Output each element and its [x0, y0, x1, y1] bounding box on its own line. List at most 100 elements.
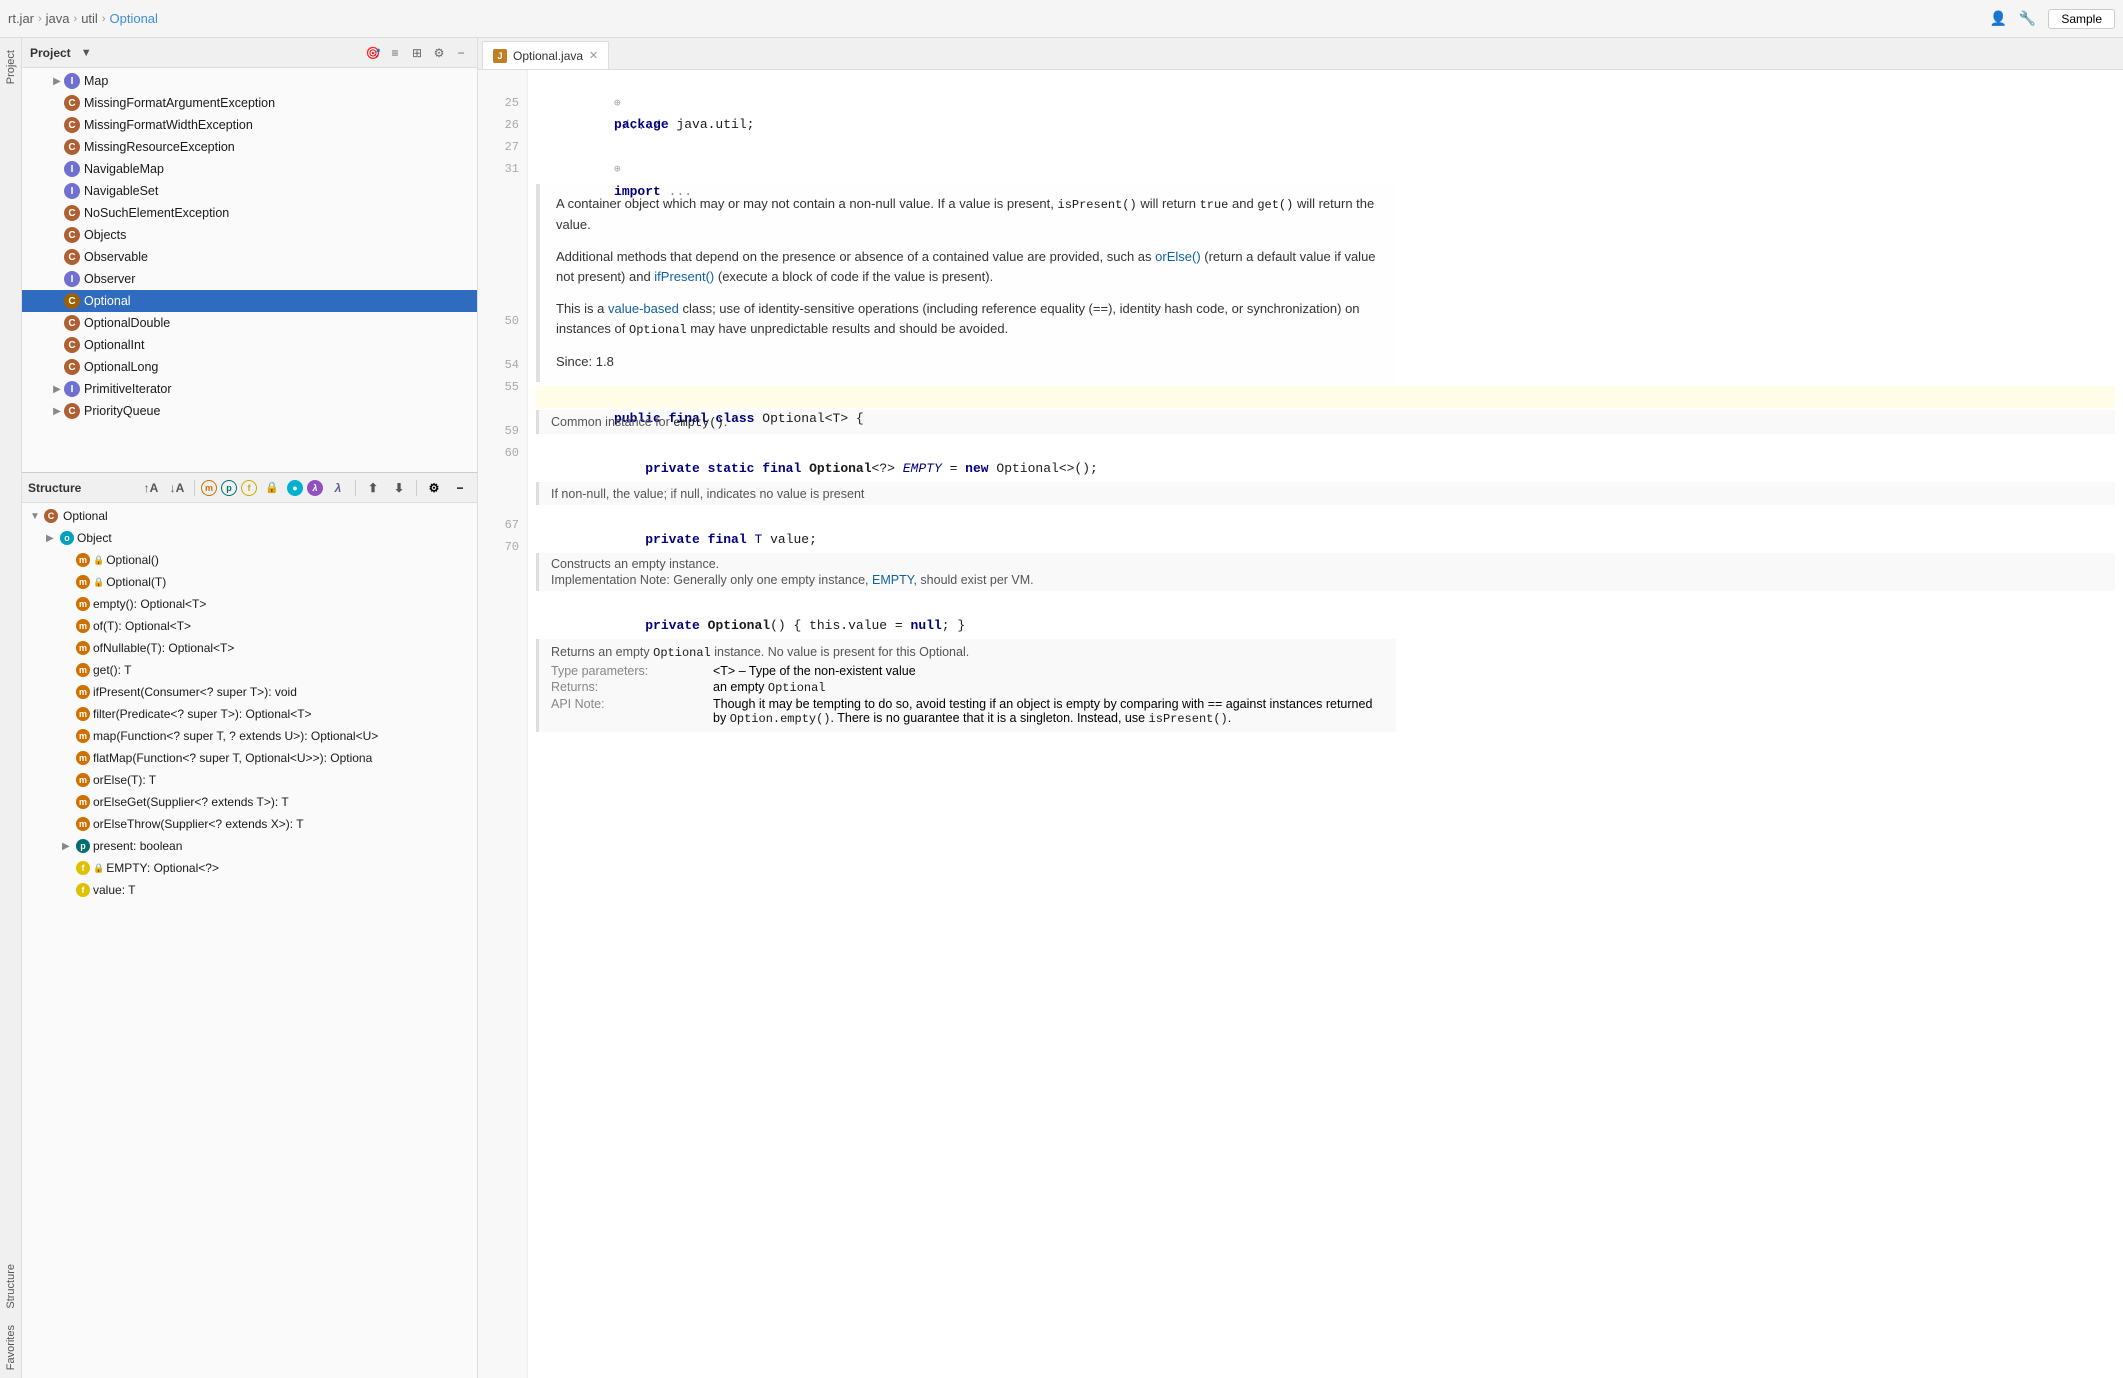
tree-item-optional[interactable]: C Optional — [22, 290, 477, 312]
struct-of[interactable]: m of(T): Optional<T> — [22, 615, 477, 637]
filter-purple-icon[interactable]: λ — [307, 480, 323, 496]
breadcrumb-java[interactable]: java — [46, 11, 70, 26]
tree-arrow-od — [50, 316, 64, 330]
struct-label-filter: filter(Predicate<? super T>): Optional<T… — [93, 707, 312, 721]
doc-link-valuebased[interactable]: value-based — [608, 301, 679, 316]
linenum-27: 27 — [478, 136, 527, 158]
tree-item-observer[interactable]: I Observer — [22, 268, 477, 290]
doc-link-empty[interactable]: EMPTY — [872, 573, 913, 587]
tree-item-optionallong[interactable]: C OptionalLong — [22, 356, 477, 378]
settings-gear-icon[interactable]: ⚙ — [431, 45, 447, 61]
filter-cyan-icon[interactable]: ● — [287, 480, 303, 496]
tree-item-optionalint[interactable]: C OptionalInt — [22, 334, 477, 356]
sort-down-icon[interactable]: ⬇ — [388, 477, 410, 499]
struct-badge-valuefield: f — [76, 883, 90, 897]
struct-label-object: Object — [77, 531, 112, 545]
fold-icon-top[interactable]: ⊕ — [614, 98, 621, 110]
filter-m-icon[interactable]: m — [201, 480, 217, 496]
struct-badge-empty: m — [76, 597, 90, 611]
struct-object[interactable]: ▶ o Object — [22, 527, 477, 549]
doc-code-get: get() — [1257, 198, 1293, 212]
kw-final-54: final — [762, 461, 801, 476]
tree-item-optionaldouble[interactable]: C OptionalDouble — [22, 312, 477, 334]
sample-button[interactable]: Sample — [2048, 9, 2115, 29]
doc-text-since: Since: 1.8 — [556, 354, 614, 369]
expand-all-icon[interactable]: ⊞ — [409, 45, 425, 61]
user-icon[interactable]: 👤 — [1989, 10, 2006, 27]
sp-54a — [700, 461, 708, 476]
doc-code-ispresent: isPresent() — [1058, 198, 1137, 212]
sort-alpha-asc-icon[interactable]: ↑A — [140, 477, 162, 499]
tree-arrow-oi — [50, 338, 64, 352]
doc-link-orelse[interactable]: orElse() — [1155, 249, 1201, 264]
tree-arrow-nse — [50, 206, 64, 220]
doc-link-ifpresent[interactable]: ifPresent() — [654, 269, 714, 284]
sort-alpha-desc-icon[interactable]: ↓A — [166, 477, 188, 499]
struct-expand-present[interactable]: ▶ — [62, 841, 74, 852]
struct-flatmap[interactable]: m flatMap(Function<? super T, Optional<U… — [22, 747, 477, 769]
vtab-structure[interactable]: Structure — [2, 1256, 20, 1317]
struct-settings-icon[interactable]: ⚙ — [423, 477, 445, 499]
struct-expand-optional[interactable]: ▼ — [30, 511, 42, 522]
collapse-all-icon[interactable]: ≡ — [387, 45, 403, 61]
struct-empty-field[interactable]: f 🔒 EMPTY: Optional<?> — [22, 857, 477, 879]
struct-orelsethrow[interactable]: m orElseThrow(Supplier<? extends X>): T — [22, 813, 477, 835]
minimize-project-icon[interactable]: − — [453, 45, 469, 61]
tree-label-ns: NavigableSet — [84, 184, 158, 198]
tree-item-priorityqueue[interactable]: ▶ C PriorityQueue — [22, 400, 477, 422]
struct-filter[interactable]: m filter(Predicate<? super T>): Optional… — [22, 703, 477, 725]
code-fold-line[interactable]: ⊕ /.../ — [536, 70, 2115, 92]
struct-orelse[interactable]: m orElse(T): T — [22, 769, 477, 791]
filter-p-icon[interactable]: p — [221, 480, 237, 496]
struct-get[interactable]: m get(): T — [22, 659, 477, 681]
editor-tab-optional[interactable]: J Optional.java ✕ — [482, 41, 609, 69]
struct-lock-emptyfield: 🔒 — [93, 863, 104, 874]
struct-minimize-icon[interactable]: − — [449, 477, 471, 499]
breadcrumb-optional: Optional — [110, 11, 158, 26]
kw-private-54: private — [645, 461, 700, 476]
filter-lock-icon[interactable]: 🔒 — [261, 477, 283, 499]
locate-icon[interactable]: 🎯 — [365, 45, 381, 61]
filter-lambda-icon[interactable]: λ — [327, 477, 349, 499]
doc-table-4-api-label: API Note: — [551, 697, 711, 726]
project-dropdown-icon[interactable]: ▼ — [81, 47, 92, 59]
tab-close-icon[interactable]: ✕ — [589, 49, 598, 62]
breadcrumb-rtjar[interactable]: rt.jar — [8, 11, 34, 26]
settings-icon[interactable]: 🔧 — [2019, 10, 2036, 27]
struct-optional-ctort[interactable]: m 🔒 Optional(T) — [22, 571, 477, 593]
struct-optional-root[interactable]: ▼ C Optional — [22, 505, 477, 527]
tree-arrow-pq: ▶ — [50, 404, 64, 418]
struct-ofnullable[interactable]: m ofNullable(T): Optional<T> — [22, 637, 477, 659]
tree-arrow-pi: ▶ — [50, 382, 64, 396]
tab-java-icon: J — [493, 49, 507, 63]
filter-f-icon[interactable]: f — [241, 480, 257, 496]
doc-comment-text-3a: Constructs an empty instance. — [551, 557, 2103, 571]
tree-item-navigableset[interactable]: I NavigableSet — [22, 180, 477, 202]
struct-expand-object[interactable]: ▶ — [46, 533, 58, 544]
struct-optional-ctor[interactable]: m 🔒 Optional() — [22, 549, 477, 571]
struct-value-field[interactable]: f value: T — [22, 879, 477, 901]
tree-item-map[interactable]: ▶ I Map — [22, 70, 477, 92]
tree-item-nosuchelement[interactable]: C NoSuchElementException — [22, 202, 477, 224]
struct-ifpresent[interactable]: m ifPresent(Consumer<? super T>): void — [22, 681, 477, 703]
tree-item-missingformatwidth[interactable]: C MissingFormatWidthException — [22, 114, 477, 136]
tree-item-missingresource[interactable]: C MissingResourceException — [22, 136, 477, 158]
sort-up-icon[interactable]: ⬆ — [362, 477, 384, 499]
struct-map[interactable]: m map(Function<? super T, ? extends U>):… — [22, 725, 477, 747]
project-tree: ▶ I Map C MissingFormatArgumentException… — [22, 68, 477, 472]
struct-empty[interactable]: m empty(): Optional<T> — [22, 593, 477, 615]
struct-present[interactable]: ▶ p present: boolean — [22, 835, 477, 857]
tree-item-primitiveiterator[interactable]: ▶ I PrimitiveIterator — [22, 378, 477, 400]
struct-orelseget[interactable]: m orElseGet(Supplier<? extends T>): T — [22, 791, 477, 813]
breadcrumb-util[interactable]: util — [81, 11, 98, 26]
vtab-project[interactable]: Project — [2, 42, 20, 92]
breadcrumb-sep-1: › — [38, 13, 42, 25]
doc-text-3: and — [1228, 196, 1257, 211]
vtab-favorites[interactable]: Favorites — [2, 1317, 20, 1378]
tree-item-missingformatarg[interactable]: C MissingFormatArgumentException — [22, 92, 477, 114]
project-title: Project — [30, 46, 71, 60]
fold-icon-import[interactable]: ⊕ — [614, 164, 621, 176]
tree-item-objects[interactable]: C Objects — [22, 224, 477, 246]
tree-item-observable[interactable]: C Observable — [22, 246, 477, 268]
tree-item-navigablemap[interactable]: I NavigableMap — [22, 158, 477, 180]
